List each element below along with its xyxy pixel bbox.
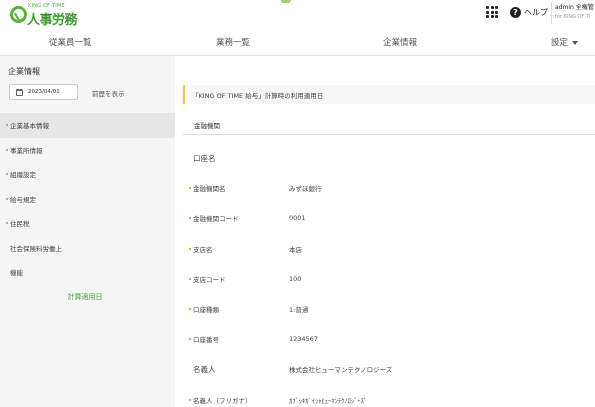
help-label: ヘルプ bbox=[524, 7, 548, 17]
top-bar: KING OF TIME 人事労務 ? ヘルプ admin 全権管 for KI… bbox=[0, 0, 595, 28]
field-row-branch-code: 支店コード 100 bbox=[183, 264, 595, 294]
required-dot bbox=[189, 187, 191, 190]
required-dot bbox=[189, 217, 191, 220]
field-label: 金融機関名 bbox=[193, 185, 226, 194]
main-content: 「KING OF TIME 給与」計算時の利用適用日 金融機関 口座名 金融機関… bbox=[175, 56, 595, 407]
logo[interactable]: KING OF TIME 人事労務 bbox=[10, 2, 82, 28]
sidebar-item-company-basic[interactable]: 企業基本情報 bbox=[0, 113, 175, 138]
field-value: みずほ銀行 bbox=[289, 185, 322, 194]
sidebar-item-label: 事業所情報 bbox=[10, 146, 43, 155]
sidebar-item-label: 企業基本情報 bbox=[10, 122, 49, 131]
field-value: ｶﾌﾞｼｷｶﾞｲｼｬﾋｭｰﾏﾝﾃｸﾉﾛｼﾞｰｽﾞ bbox=[289, 396, 367, 405]
required-dot bbox=[189, 398, 191, 401]
field-row-holder-name: 名義人 株式会社ヒューマンテクノロジーズ bbox=[183, 354, 595, 384]
user-name: admin 全権管 bbox=[555, 4, 594, 11]
field-row-bank-code: 金融機関コード 0001 bbox=[183, 203, 595, 233]
section-title: 金融機関 bbox=[183, 115, 595, 135]
field-label: 口座種類 bbox=[193, 306, 219, 315]
sidebar-item-label: 住民税 bbox=[10, 220, 30, 229]
field-row-account-name: 口座名 bbox=[183, 143, 595, 173]
bank-fields: 口座名 金融機関名 みずほ銀行 金融機関コード 0001 支店名 本店 支店コー… bbox=[183, 143, 595, 407]
required-dot bbox=[6, 124, 8, 126]
field-row-bank-name: 金融機関名 みずほ銀行 bbox=[183, 173, 595, 203]
chevron-down-icon bbox=[572, 40, 579, 45]
user-menu[interactable]: admin 全権管 for KING OF TI bbox=[551, 2, 595, 24]
sidebar-item-label: 給与規定 bbox=[10, 195, 36, 204]
field-value: 1234567 bbox=[289, 335, 318, 344]
field-label: 名義人 bbox=[193, 364, 216, 374]
field-row-holder-kana: 名義人（フリガナ） ｶﾌﾞｼｷｶﾞｲｼｬﾋｭｰﾏﾝﾃｸﾉﾛｼﾞｰｽﾞ bbox=[183, 385, 595, 407]
date-picker[interactable]: 2023/04/01 bbox=[9, 84, 78, 100]
user-company: for KING OF TI bbox=[555, 14, 591, 20]
field-value: 100 bbox=[289, 274, 302, 283]
required-dot bbox=[189, 308, 191, 311]
field-label: 名義人（フリガナ） bbox=[193, 396, 252, 405]
field-label: 口座名 bbox=[193, 153, 216, 163]
field-value: 0001 bbox=[289, 214, 306, 223]
sidebar-item-social-insurance[interactable]: 社会保険料労働上 bbox=[0, 236, 175, 261]
required-dot bbox=[189, 338, 191, 341]
sidebar-item-office[interactable]: 事業所情報 bbox=[0, 138, 175, 163]
nav-settings[interactable]: 設定 bbox=[551, 36, 579, 48]
show-history-link[interactable]: 前歴を表示 bbox=[92, 88, 125, 98]
field-row-branch-name: 支店名 本店 bbox=[183, 234, 595, 264]
field-label: 支店名 bbox=[193, 245, 213, 254]
sidebar-item-salary-rules[interactable]: 給与規定 bbox=[0, 187, 175, 212]
sidebar-item-label: 機能 bbox=[10, 269, 23, 278]
nav-task-list[interactable]: 業務一覧 bbox=[216, 36, 250, 48]
main-nav: 従業員一覧 業務一覧 企業情報 設定 bbox=[0, 28, 595, 56]
field-label: 口座番号 bbox=[193, 336, 219, 345]
sidebar-item-label: 組織設定 bbox=[10, 171, 36, 180]
field-label: 支店コード bbox=[193, 275, 226, 284]
sidebar: 企業情報 2023/04/01 前歴を表示 企業基本情報 事業所情報 組織設定 … bbox=[0, 56, 175, 407]
field-value: 株式会社ヒューマンテクノロジーズ bbox=[289, 366, 393, 375]
logo-check-icon bbox=[10, 6, 27, 23]
nav-company-info[interactable]: 企業情報 bbox=[383, 36, 417, 48]
notice-banner: 「KING OF TIME 給与」計算時の利用適用日 bbox=[183, 85, 595, 104]
required-dot bbox=[6, 173, 8, 175]
field-row-account-type: 口座種類 1:普通 bbox=[183, 294, 595, 324]
required-dot bbox=[189, 277, 191, 280]
field-value: 1:普通 bbox=[289, 306, 309, 315]
required-dot bbox=[189, 247, 191, 250]
nav-employee-list[interactable]: 従業員一覧 bbox=[49, 36, 92, 48]
field-value: 本店 bbox=[289, 245, 302, 254]
sidebar-item-label: 社会保険料労働上 bbox=[10, 244, 62, 253]
sidebar-item-features[interactable]: 機能 bbox=[0, 260, 175, 285]
question-icon: ? bbox=[510, 6, 521, 18]
nav-settings-label: 設定 bbox=[551, 38, 569, 48]
calendar-icon bbox=[16, 88, 23, 96]
required-dot bbox=[6, 222, 8, 224]
sidebar-title: 企業情報 bbox=[8, 67, 40, 76]
sidebar-item-resident-tax[interactable]: 住民税 bbox=[0, 211, 175, 236]
logo-name: 人事労務 bbox=[27, 13, 78, 28]
top-notch bbox=[281, 0, 291, 3]
sidebar-menu: 企業基本情報 事業所情報 組織設定 給与規定 住民税 社会保険料労働上 機能 bbox=[0, 113, 175, 285]
required-dot bbox=[6, 148, 8, 151]
apps-grid-icon[interactable] bbox=[486, 6, 498, 18]
sidebar-item-organization[interactable]: 組織設定 bbox=[0, 162, 175, 187]
date-value: 2023/04/01 bbox=[28, 89, 60, 95]
field-row-account-number: 口座番号 1234567 bbox=[183, 324, 595, 354]
help-button[interactable]: ? ヘルプ bbox=[510, 6, 548, 18]
field-label: 金融機関コード bbox=[193, 215, 239, 224]
required-dot bbox=[6, 197, 8, 200]
calc-apply-date-link[interactable]: 計算適用日 bbox=[0, 292, 170, 302]
